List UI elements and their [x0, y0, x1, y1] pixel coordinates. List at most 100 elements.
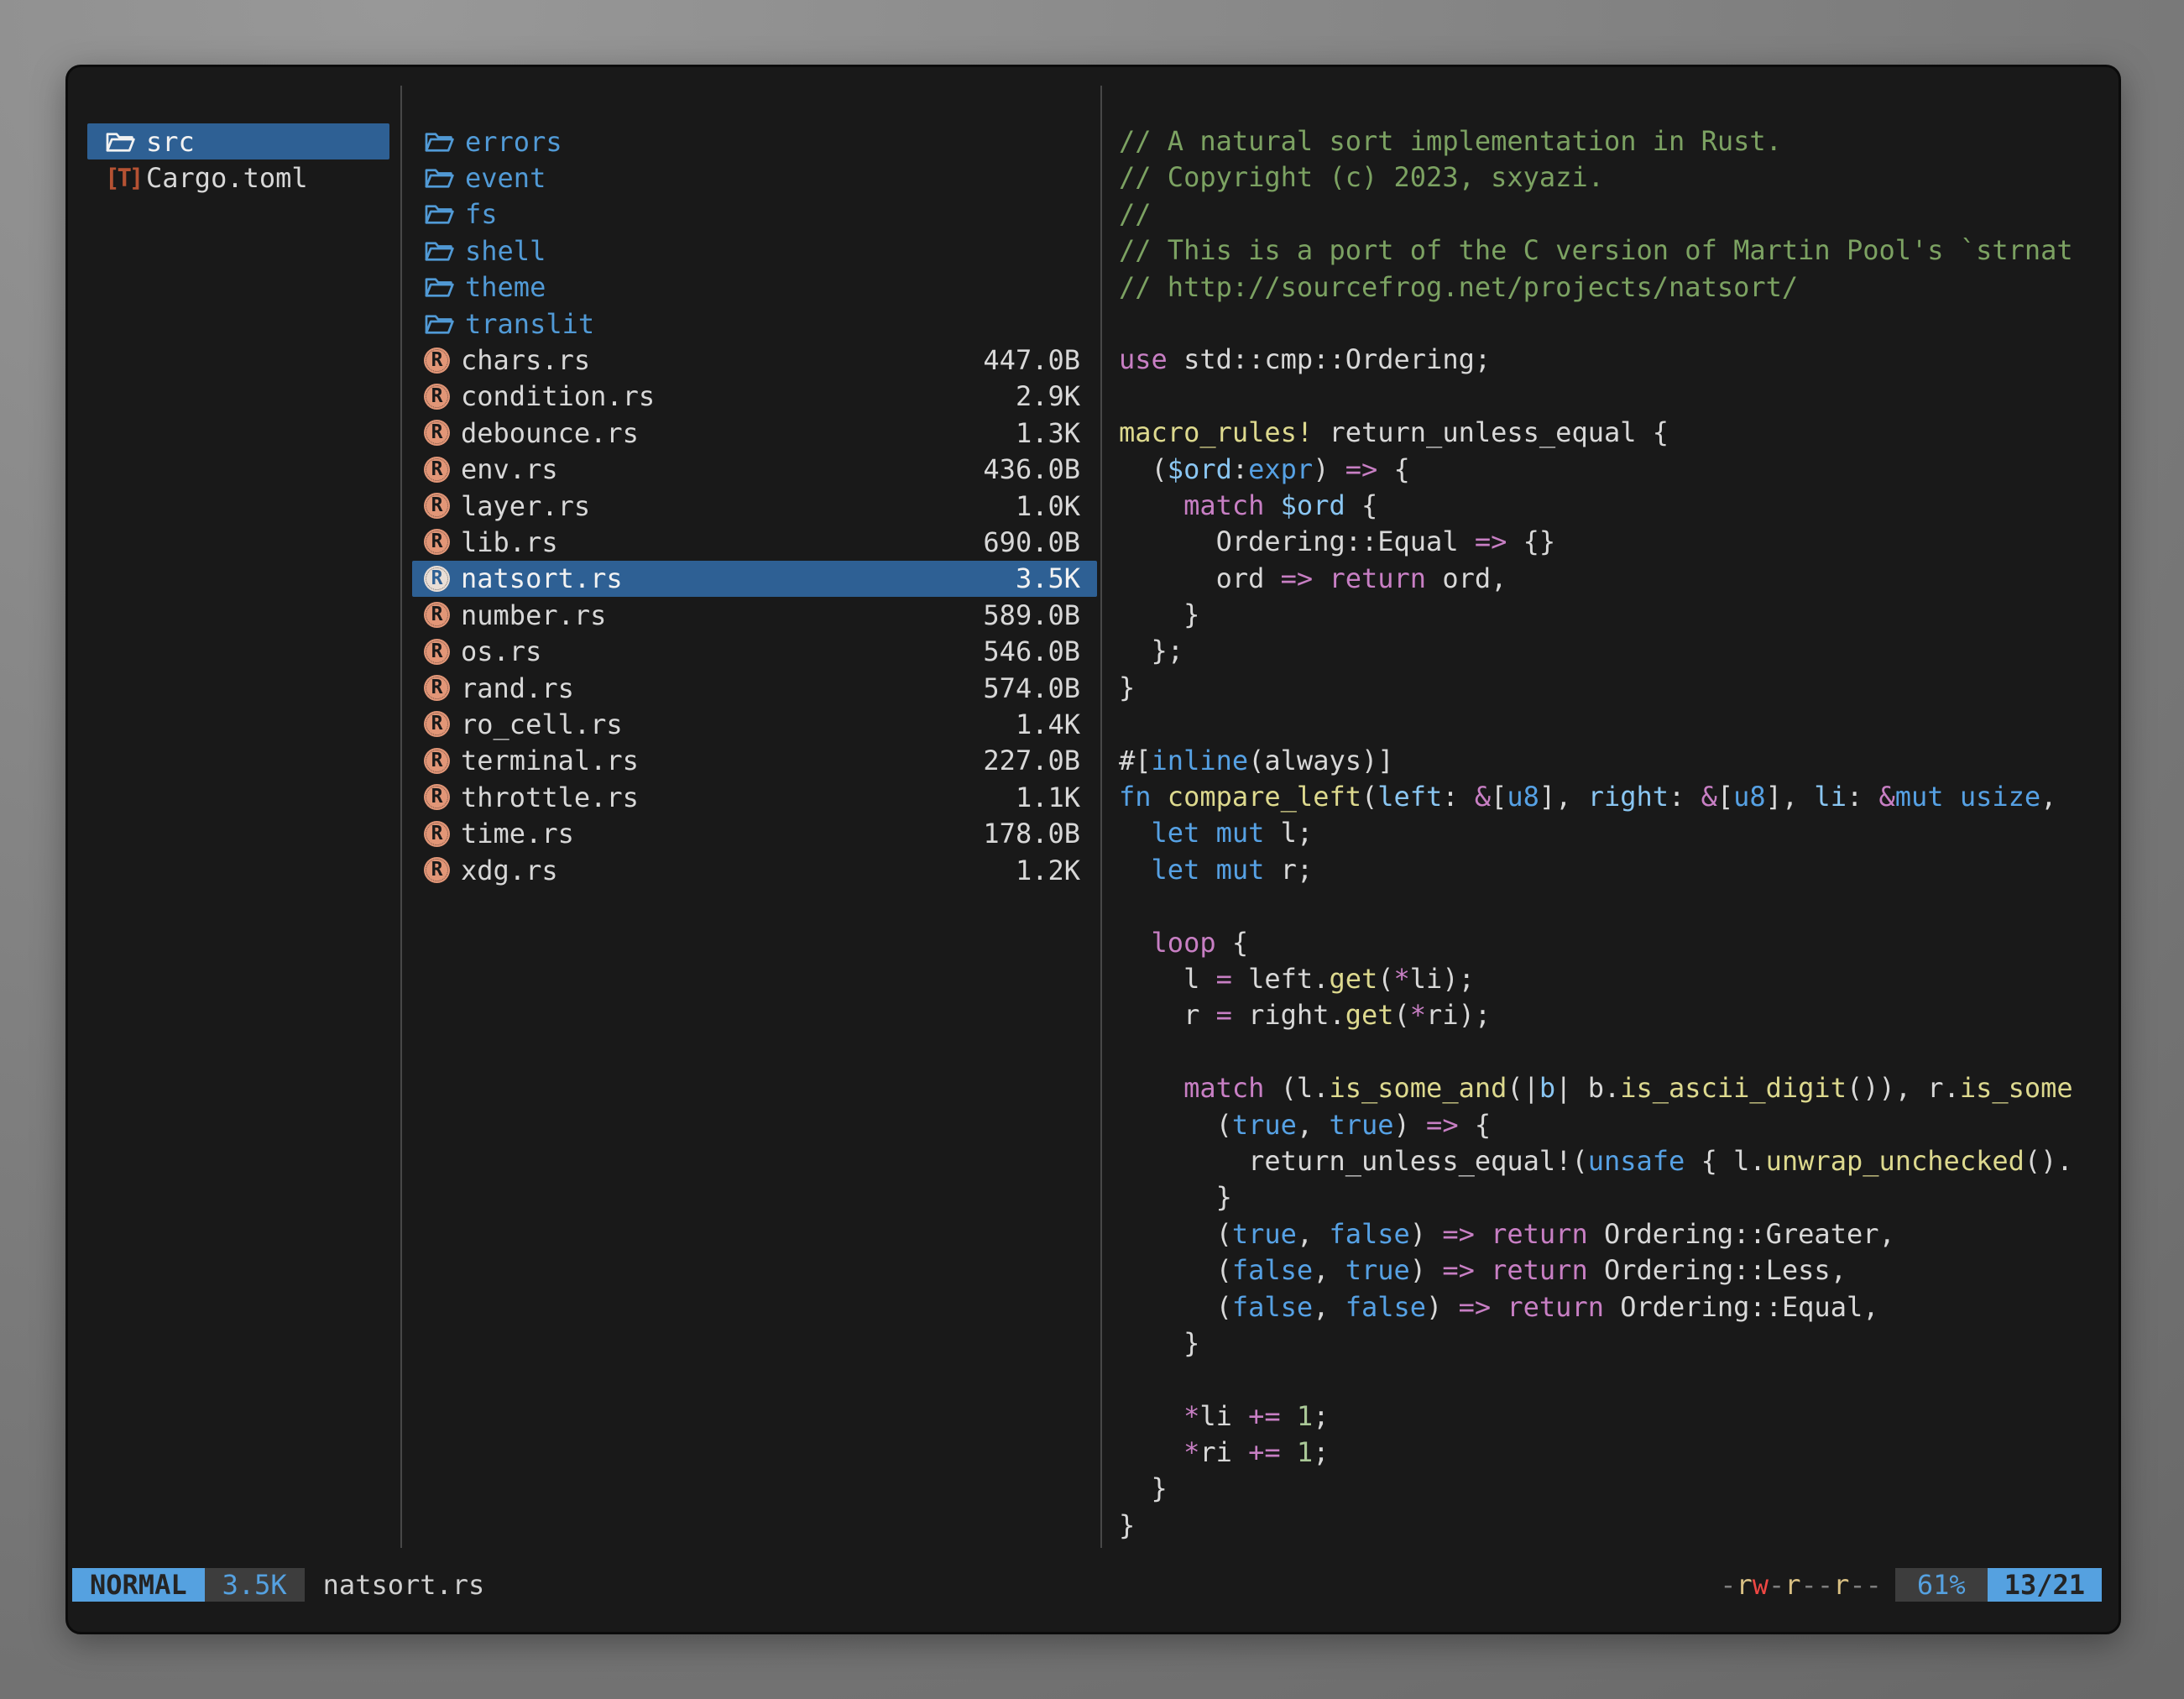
pane-divider	[1100, 86, 1102, 1548]
code-line: macro_rules! return_unless_equal {	[1119, 415, 2111, 451]
entry-size: 1.3K	[1016, 417, 1080, 449]
file-row[interactable]: Rnatsort.rs3.5K	[412, 561, 1097, 597]
code-line: //	[1119, 196, 2111, 233]
folder-open-icon	[424, 129, 454, 154]
code-line: }	[1119, 1471, 2111, 1507]
code-line: loop {	[1119, 925, 2111, 961]
entry-size: 1.1K	[1016, 782, 1080, 813]
file-row[interactable]: Rnumber.rs589.0B	[412, 597, 1097, 633]
perm-char: r	[1833, 1569, 1849, 1601]
file-row[interactable]: Rrand.rs574.0B	[412, 670, 1097, 706]
entry-name: fs	[465, 198, 498, 230]
entry-size: 227.0B	[983, 745, 1080, 776]
file-row[interactable]: Rdebounce.rs1.3K	[412, 415, 1097, 451]
code-line	[1119, 1034, 2111, 1070]
rust-icon: R	[424, 675, 450, 701]
dir-row[interactable]: errors	[412, 123, 1097, 159]
dir-row[interactable]: event	[412, 159, 1097, 196]
code-line: (true, true) => {	[1119, 1107, 2111, 1143]
file-row[interactable]: Renv.rs 436.0B	[412, 452, 1097, 488]
rust-icon: R	[424, 711, 450, 737]
code-line: }	[1119, 597, 2111, 633]
folder-open-icon	[424, 238, 454, 264]
entry-name: rand.rs	[461, 672, 574, 704]
dir-row[interactable]: fs	[412, 196, 1097, 233]
dir-row[interactable]: theme	[412, 269, 1097, 306]
entry-size: 436.0B	[983, 453, 1080, 485]
file-row[interactable]: [T]Cargo.toml	[87, 159, 389, 196]
dir-row[interactable]: translit	[412, 306, 1097, 342]
entry-name: debounce.rs	[461, 417, 639, 449]
rust-icon: R	[424, 384, 450, 410]
parent-pane: src[T]Cargo.toml	[87, 123, 389, 196]
status-bar: NORMAL 3.5K natsort.rs -rw-r--r-- 61% 13…	[72, 1568, 2102, 1602]
mode-badge: NORMAL	[72, 1568, 205, 1602]
entry-name: ro_cell.rs	[461, 708, 623, 740]
code-line: // A natural sort implementation in Rust…	[1119, 123, 2111, 159]
entry-name: translit	[465, 308, 594, 340]
entry-name: terminal.rs	[461, 745, 639, 776]
code-line: // This is a port of the C version of Ma…	[1119, 233, 2111, 269]
rust-icon: R	[424, 493, 450, 519]
rust-icon: R	[424, 529, 450, 555]
code-line: (false, true) => return Ordering::Less,	[1119, 1252, 2111, 1289]
code-line: ($ord:expr) => {	[1119, 452, 2111, 488]
entry-name: layer.rs	[461, 490, 590, 522]
code-line: l = left.get(*li);	[1119, 961, 2111, 997]
file-row[interactable]: Rterminal.rs 227.0B	[412, 743, 1097, 779]
pane-divider	[400, 86, 402, 1548]
file-row[interactable]: Rcondition.rs2.9K	[412, 379, 1097, 415]
code-line: }	[1119, 1508, 2111, 1544]
rust-icon: R	[424, 457, 450, 483]
file-row[interactable]: Rxdg.rs1.2K	[412, 852, 1097, 888]
code-line	[1119, 379, 2111, 415]
scroll-percent-badge: 61%	[1895, 1568, 1988, 1602]
code-line: ord => return ord,	[1119, 561, 2111, 597]
rust-icon: R	[424, 821, 450, 847]
code-line: // http://sourcefrog.net/projects/natsor…	[1119, 269, 2111, 306]
file-row[interactable]: Rlib.rs690.0B	[412, 524, 1097, 560]
code-line	[1119, 306, 2111, 342]
entry-size: 546.0B	[983, 635, 1080, 667]
file-row[interactable]: Rtime.rs178.0B	[412, 815, 1097, 851]
rust-icon: R	[424, 566, 450, 592]
code-line: Ordering::Equal => {}	[1119, 524, 2111, 560]
code-line: (false, false) => return Ordering::Equal…	[1119, 1289, 2111, 1325]
entry-size: 1.0K	[1016, 490, 1080, 522]
code-line: match (l.is_some_and(|b| b.is_ascii_digi…	[1119, 1070, 2111, 1106]
perm-char: -	[1720, 1569, 1736, 1601]
rust-icon: R	[424, 602, 450, 628]
code-line: let mut r;	[1119, 852, 2111, 888]
dir-row[interactable]: shell	[412, 233, 1097, 269]
yazi-window: src[T]Cargo.toml errors event fs shell t…	[65, 65, 2121, 1634]
status-filename: natsort.rs	[323, 1569, 485, 1601]
file-row[interactable]: Rlayer.rs 1.0K	[412, 488, 1097, 524]
file-row[interactable]: Ros.rs 546.0B	[412, 633, 1097, 669]
file-row[interactable]: Rro_cell.rs 1.4K	[412, 706, 1097, 742]
current-pane: errors event fs shell theme translitRcha…	[412, 123, 1097, 888]
code-line: use std::cmp::Ordering;	[1119, 342, 2111, 378]
entry-size: 1.4K	[1016, 708, 1080, 740]
perm-char: r	[1736, 1569, 1752, 1601]
entry-name: env.rs	[461, 453, 558, 485]
entry-size: 690.0B	[983, 526, 1080, 558]
entry-name: number.rs	[461, 599, 606, 631]
rust-icon: R	[424, 348, 450, 374]
entry-name: os.rs	[461, 635, 541, 667]
entry-size: 178.0B	[983, 818, 1080, 850]
entry-size: 1.2K	[1016, 855, 1080, 886]
rust-icon: R	[424, 748, 450, 774]
code-line: *li += 1;	[1119, 1398, 2111, 1435]
code-line: match $ord {	[1119, 488, 2111, 524]
folder-open-icon	[424, 201, 454, 227]
file-row[interactable]: Rchars.rs447.0B	[412, 342, 1097, 378]
dir-row[interactable]: src	[87, 123, 389, 159]
code-line	[1119, 706, 2111, 742]
permissions: -rw-r--r--	[1720, 1569, 1882, 1601]
entry-name: condition.rs	[461, 380, 655, 412]
code-line: return_unless_equal!(unsafe { l.unwrap_u…	[1119, 1143, 2111, 1179]
perm-char: -	[1769, 1569, 1784, 1601]
cursor-position-badge: 13/21	[1988, 1568, 2102, 1602]
file-row[interactable]: Rthrottle.rs1.1K	[412, 779, 1097, 815]
rust-icon: R	[424, 639, 450, 665]
